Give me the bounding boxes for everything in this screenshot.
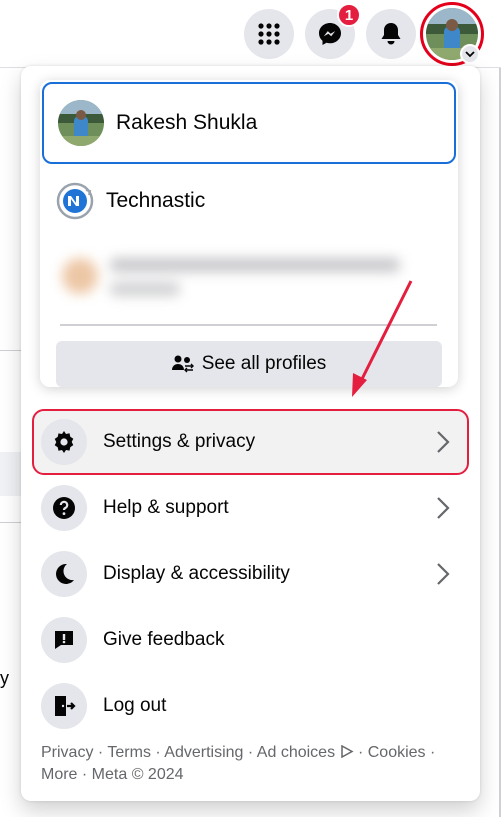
more-link[interactable]: More [41, 766, 77, 783]
logout-icon [41, 683, 87, 729]
menu-item-display-accessibility[interactable]: Display & accessibility [32, 543, 469, 605]
menu-item-label: Log out [103, 695, 167, 716]
account-dropdown-button[interactable] [460, 44, 480, 64]
moon-icon [41, 551, 87, 597]
bell-icon [381, 23, 401, 45]
notifications-button[interactable] [366, 9, 416, 59]
see-all-profiles-button[interactable]: See all profiles [56, 341, 442, 387]
profile-name: Rakesh Shukla [116, 111, 258, 134]
ad-choices-icon [340, 744, 354, 759]
menu-item-label: Display & accessibility [103, 563, 290, 584]
background-divider [0, 522, 22, 523]
chevron-down-icon [465, 51, 475, 58]
background-text-fragment: y [0, 668, 9, 688]
menu-item-log-out[interactable]: Log out [32, 675, 469, 737]
menu-item-help-support[interactable]: Help & support [32, 477, 469, 539]
advertising-link[interactable]: Advertising [164, 744, 243, 761]
terms-link[interactable]: Terms [107, 744, 151, 761]
menu-button[interactable] [244, 9, 294, 59]
technastic-logo-icon [56, 182, 94, 220]
help-icon [41, 485, 87, 531]
ad-choices-link[interactable]: Ad choices [257, 744, 354, 761]
top-navigation-bar: 1 [0, 0, 501, 68]
menu-item-give-feedback[interactable]: Give feedback [32, 609, 469, 671]
see-all-profiles-label: See all profiles [201, 353, 327, 374]
background-divider [0, 350, 22, 351]
messenger-icon [319, 23, 341, 45]
profile-item-page[interactable]: Technastic [56, 182, 205, 220]
profile-name: Technastic [106, 189, 206, 212]
avatar [58, 100, 104, 146]
messenger-badge: 1 [337, 3, 361, 27]
messenger-button[interactable]: 1 [305, 3, 361, 59]
menu-item-label: Settings & privacy [103, 431, 256, 452]
gear-icon [41, 419, 87, 465]
menu-item-label: Give feedback [103, 629, 225, 650]
blurred-profile-item[interactable] [58, 246, 418, 308]
privacy-link[interactable]: Privacy [41, 744, 93, 761]
profile-item-active[interactable]: Rakesh Shukla [42, 82, 456, 164]
menu-item-settings-privacy[interactable]: Settings & privacy [32, 411, 469, 473]
profiles-card: Rakesh Shukla Technastic See all profile… [40, 80, 458, 387]
meta-copyright: Meta © 2024 [91, 766, 184, 783]
footer-links: Privacy · Terms · Advertising · Ad choic… [41, 744, 436, 783]
menu-item-label: Help & support [103, 497, 229, 518]
chevron-right-icon [431, 496, 455, 520]
grid-menu-icon [258, 23, 280, 45]
cookies-link[interactable]: Cookies [368, 744, 426, 761]
chevron-right-icon [431, 562, 455, 586]
feedback-icon [41, 617, 87, 663]
account-dropdown-panel: Rakesh Shukla Technastic See all profile… [21, 66, 480, 801]
divider [60, 324, 437, 326]
chevron-right-icon [431, 430, 455, 454]
switch-profiles-icon [171, 355, 194, 373]
background-block [0, 452, 22, 496]
